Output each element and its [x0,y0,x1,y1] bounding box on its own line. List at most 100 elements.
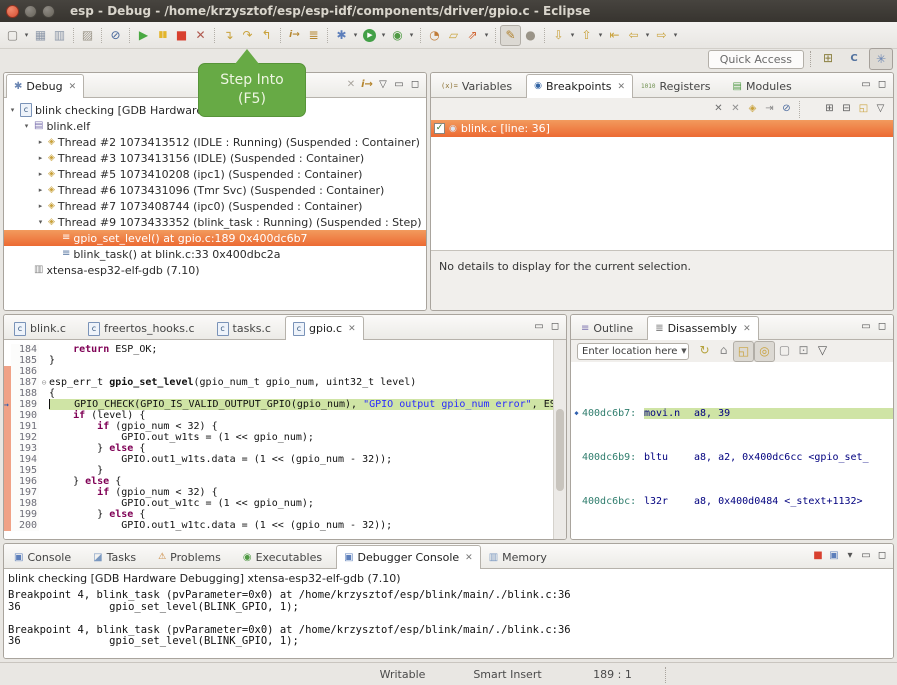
window-maximize-button[interactable] [42,5,55,18]
maximize-view-button[interactable]: ◻ [547,319,563,335]
tab-memory[interactable]: ▥ Memory [481,546,561,568]
terminate-button[interactable]: ■ [172,26,191,45]
scrollbar-thumb[interactable] [556,409,564,491]
stack-frame-gpio-set-level[interactable]: ≡ gpio_set_level() at gpio.c:189 0x400dc… [4,230,426,246]
home-button[interactable]: ⌂ [714,341,733,360]
tab-problems[interactable]: ⚠ Problems [150,546,235,568]
tab-freertos-hooks-c[interactable]: c freertos_hooks.c [80,317,209,339]
thread-5-node[interactable]: ▸ ◈ Thread #5 1073410208 (ipc1) (Suspend… [4,166,426,182]
code-line[interactable]: 195 } [4,465,566,476]
location-input[interactable]: Enter location here ▼ [577,343,689,360]
resume-button[interactable]: ▶ [134,26,153,45]
cpp-perspective-button[interactable]: C [843,48,865,68]
fold-marker-icon[interactable] [39,476,49,487]
chevron-down-icon[interactable]: ▼ [677,347,689,355]
code-editor[interactable]: 184 return ESP_OK; 185 } 186 [4,340,566,540]
run-button[interactable]: ▶ [360,26,379,45]
breakpoint-checkbox[interactable]: ✓ [434,123,445,134]
fold-marker-icon[interactable] [39,366,49,377]
code-line[interactable]: 190 if (level) { [4,410,566,421]
close-icon[interactable]: ✕ [465,553,473,563]
step-into-button[interactable]: ↴ [219,26,238,45]
save-button[interactable]: ▦ [31,26,50,45]
go-to-file-button[interactable]: ⇥ [761,101,778,118]
tab-blink-c[interactable]: c blink.c [6,317,80,339]
disassembly-listing[interactable]: ◆ 400dc6b7: movi.na8, 39 400dc6b9: bltua… [571,362,893,540]
tab-debugger-console[interactable]: ▣ Debugger Console ✕ [336,545,481,569]
editor-scrollbar[interactable] [553,340,566,540]
close-icon[interactable]: ✕ [348,324,356,334]
fold-marker-icon[interactable] [39,465,49,476]
open-element-button[interactable]: ◔ [425,26,444,45]
forward-button[interactable]: ⇨ [652,26,671,45]
next-annotation-button[interactable]: ⇩ [549,26,568,45]
thread-6-node[interactable]: ▸ ◈ Thread #6 1073431096 (Tmr Svc) (Susp… [4,182,426,198]
fold-marker-icon[interactable] [39,344,49,355]
terminate-console-button[interactable]: ■ [810,548,826,564]
tab-breakpoints[interactable]: ◉ Breakpoints ✕ [526,74,633,98]
remove-all-breakpoints-button[interactable]: ✕ [727,101,744,118]
code-line[interactable]: 199 } else { [4,509,566,520]
fold-marker-icon[interactable] [39,388,49,399]
tree-expander-icon[interactable]: ▾ [22,122,31,130]
open-new-view-button[interactable]: ▢ [775,341,794,360]
minimize-view-button[interactable]: ▭ [391,77,407,93]
console-output[interactable]: blink checking [GDB Hardware Debugging] … [4,569,893,659]
remove-breakpoint-button[interactable]: ✕ [710,101,727,118]
annotations-button[interactable]: ● [521,26,540,45]
breakpoint-row[interactable]: ✓ ◉ blink.c [line: 36] [431,120,893,137]
open-perspective-button[interactable]: ⊞ [817,48,839,68]
code-line[interactable]: 184 return ESP_OK; [4,344,566,355]
fold-marker-icon[interactable] [39,399,49,410]
last-edit-location-button[interactable]: ⇤ [605,26,624,45]
code-line[interactable]: 187 ⊖ esp_err_t gpio_set_level(gpio_num_… [4,377,566,388]
elf-node[interactable]: ▾ ▤ blink.elf [4,118,426,134]
quick-access-button[interactable]: Quick Access [708,50,804,69]
tab-registers[interactable]: 1010 Registers [633,75,724,97]
code-line[interactable]: 185 } [4,355,566,366]
display-console-dropdown[interactable]: ▾ [842,548,858,564]
disconnect-button[interactable]: ✕ [191,26,210,45]
maximize-view-button[interactable]: ◻ [407,77,423,93]
tab-executables[interactable]: ◉ Executables [235,546,336,568]
tree-expander-icon[interactable]: ▾ [36,218,45,226]
minimize-view-button[interactable]: ▭ [531,319,547,335]
fold-marker-icon[interactable] [39,520,49,531]
fold-marker-icon[interactable] [39,454,49,465]
tab-modules[interactable]: ▤ Modules [725,75,806,97]
back-button[interactable]: ⇦ [624,26,643,45]
thread-7-node[interactable]: ▸ ◈ Thread #7 1073408744 (ipc0) (Suspend… [4,198,426,214]
instruction-stepping-button[interactable]: i→ [285,26,304,45]
fold-marker-icon[interactable] [39,421,49,432]
minimize-view-button[interactable]: ▭ [858,319,874,335]
minimize-view-button[interactable]: ▭ [858,77,874,93]
fold-marker-icon[interactable]: ⊖ [39,377,49,388]
maximize-view-button[interactable]: ◻ [874,77,890,93]
search-button[interactable]: ⇗ [463,26,482,45]
close-icon[interactable]: ✕ [618,82,626,92]
code-line[interactable]: 191 if (gpio_num < 32) { [4,421,566,432]
suspend-button[interactable]: ▮▮ [153,26,172,45]
window-minimize-button[interactable] [24,5,37,18]
tab-variables[interactable]: (x)= Variables [433,75,526,97]
code-line[interactable]: 194 GPIO.out1_w1ts.data = (1 << (gpio_nu… [4,454,566,465]
step-over-button[interactable]: ↷ [238,26,257,45]
fold-marker-icon[interactable] [39,443,49,454]
fold-marker-icon[interactable] [39,355,49,366]
tab-gpio-c[interactable]: c gpio.c ✕ [285,316,364,340]
thread-2-node[interactable]: ▸ ◈ Thread #2 1073413512 (IDLE : Running… [4,134,426,150]
tree-expander-icon[interactable]: ▾ [8,106,17,114]
maximize-view-button[interactable]: ◻ [874,319,890,335]
minimize-view-button[interactable]: ▭ [858,548,874,564]
thread-9-node[interactable]: ▾ ◈ Thread #9 1073433352 (blink_task : R… [4,214,426,230]
skip-all-breakpoints-button[interactable]: ⊘ [106,26,125,45]
previous-annotation-dropdown[interactable]: ▾ [596,26,605,45]
new-dropdown[interactable]: ▾ [22,26,31,45]
fold-marker-icon[interactable] [39,410,49,421]
profile-button[interactable]: ◉ [388,26,407,45]
code-line[interactable]: 188 { [4,388,566,399]
code-line[interactable]: 186 [4,366,566,377]
view-menu-button[interactable]: ▽ [813,341,832,360]
open-resource-button[interactable]: ▱ [444,26,463,45]
code-line[interactable]: 197 if (gpio_num < 32) { [4,487,566,498]
